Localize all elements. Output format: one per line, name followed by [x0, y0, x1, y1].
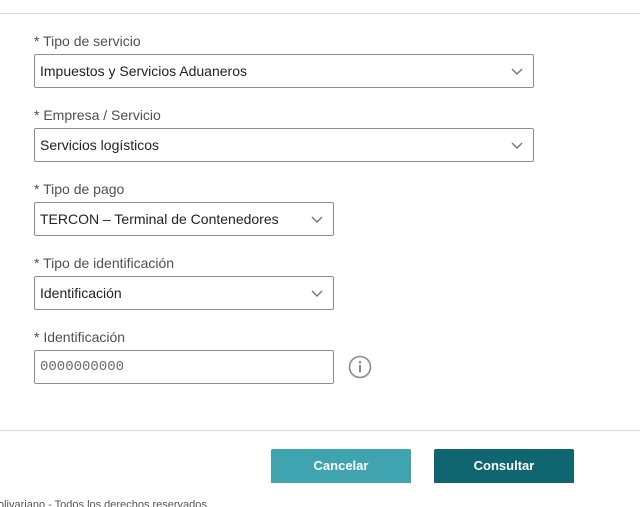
chevron-down-icon	[311, 216, 323, 223]
bottom-divider	[0, 430, 640, 431]
company-service-value: Servicios logísticos	[40, 137, 160, 153]
consult-button[interactable]: Consultar	[434, 449, 574, 483]
id-type-value: Identificación	[40, 285, 122, 301]
top-divider	[0, 13, 640, 14]
company-service-select[interactable]: Servicios logísticos	[34, 128, 534, 162]
chevron-down-icon	[511, 68, 523, 75]
cancel-button[interactable]: Cancelar	[271, 449, 411, 483]
chevron-down-icon	[311, 290, 323, 297]
id-type-label: * Tipo de identificación	[34, 255, 175, 271]
footer-copyright: olivariano - Todos los derechos reservad…	[0, 499, 207, 507]
identification-label: * Identificación	[34, 329, 126, 345]
service-type-select[interactable]: Impuestos y Servicios Aduaneros	[34, 54, 534, 88]
identification-input[interactable]	[34, 350, 334, 384]
payment-type-select[interactable]: TERCON – Terminal de Contenedores	[34, 202, 334, 236]
consulta-form-page: * Tipo de servicio Impuestos y Servicios…	[0, 0, 640, 507]
chevron-down-icon	[511, 142, 523, 149]
payment-type-value: TERCON – Terminal de Contenedores	[40, 211, 279, 227]
service-type-label: * Tipo de servicio	[34, 33, 141, 49]
id-type-select[interactable]: Identificación	[34, 276, 334, 310]
info-icon[interactable]	[348, 355, 372, 379]
company-service-label: * Empresa / Servicio	[34, 107, 161, 123]
service-type-value: Impuestos y Servicios Aduaneros	[40, 63, 247, 79]
payment-type-label: * Tipo de pago	[34, 181, 125, 197]
